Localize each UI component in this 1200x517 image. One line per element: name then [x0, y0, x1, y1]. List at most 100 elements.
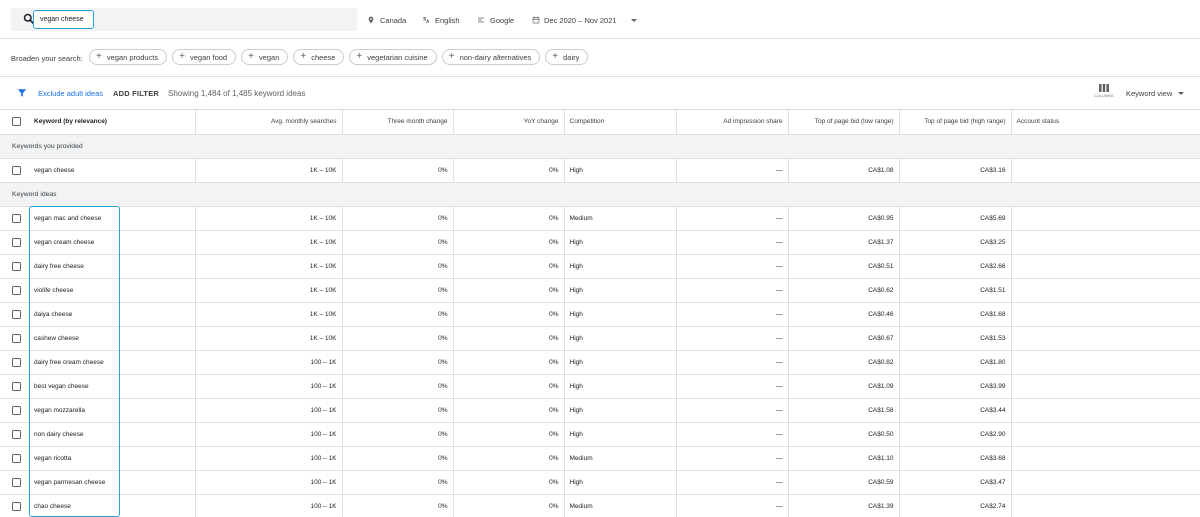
row-checkbox-cell[interactable] [0, 446, 29, 471]
column-header-bid-low[interactable]: Top of page bid (low range) [788, 110, 900, 135]
broaden-chip[interactable]: + vegan [241, 49, 289, 65]
broaden-chip[interactable]: + non-dairy alternatives [441, 49, 541, 65]
bid-low-cell: CA$0.51 [788, 254, 900, 279]
row-checkbox-cell[interactable] [0, 326, 29, 351]
table-row[interactable]: vegan cheese 1K – 10K 0% 0% High — CA$1.… [0, 158, 1200, 183]
table-row[interactable]: daiya cheese 1K – 10K 0% 0% High — CA$0.46 CA$1… [0, 302, 1200, 327]
filter-funnel-icon[interactable] [17, 88, 27, 98]
table-row[interactable]: best vegan cheese 100 – 1K 0% 0% High — CA$1.0… [0, 374, 1200, 399]
three-month-change-cell: 0% [342, 326, 454, 351]
calendar-icon [532, 16, 540, 24]
bid-low-cell: CA$1.08 [788, 158, 900, 183]
broaden-chip[interactable]: + cheese [293, 49, 345, 65]
bid-high-cell: CA$3.44 [899, 398, 1012, 423]
add-filter-button[interactable]: ADD FILTER [113, 89, 159, 98]
broaden-chip[interactable]: + vegan food [172, 49, 237, 65]
row-checkbox-cell[interactable] [0, 470, 29, 495]
column-header-yoy-change[interactable]: YoY change [453, 110, 565, 135]
column-header-account-status[interactable]: Account status [1011, 110, 1200, 135]
account-status-cell [1011, 422, 1200, 447]
row-checkbox[interactable] [12, 333, 21, 343]
avg-searches-cell: 1K – 10K [195, 278, 343, 303]
row-checkbox-cell[interactable] [0, 422, 29, 447]
three-month-change-cell: 0% [342, 254, 454, 279]
table-row[interactable]: cashew cheese 1K – 10K 0% 0% High — CA$0.67 CA$… [0, 326, 1200, 351]
avg-searches-cell: 100 – 1K [195, 470, 343, 495]
columns-button[interactable]: COLUMNS [1091, 84, 1117, 106]
column-header-three-month-change[interactable]: Three month change [342, 110, 454, 135]
column-header-competition[interactable]: Competition [564, 110, 677, 135]
keyword-cell: best vegan cheese [29, 374, 196, 399]
row-checkbox-cell[interactable] [0, 206, 29, 231]
yoy-change-cell: 0% [453, 422, 565, 447]
date-range-dropdown[interactable]: Dec 2020 – Nov 2021 [532, 14, 637, 26]
competition-cell: High [564, 398, 677, 423]
row-checkbox[interactable] [12, 309, 21, 319]
table-row[interactable]: vegan mozzarella 100 – 1K 0% 0% High — CA$1.58… [0, 398, 1200, 423]
row-checkbox-cell[interactable] [0, 374, 29, 399]
row-checkbox[interactable] [12, 381, 21, 391]
row-checkbox[interactable] [12, 213, 21, 223]
column-header-keyword[interactable]: Keyword (by relevance) [29, 110, 196, 135]
row-checkbox[interactable] [12, 405, 21, 415]
row-checkbox-cell[interactable] [0, 254, 29, 279]
plus-icon: + [448, 51, 455, 62]
row-checkbox[interactable] [12, 261, 21, 271]
row-checkbox[interactable] [12, 357, 21, 367]
table-row[interactable]: dairy free cream cheese 100 – 1K 0% 0% High —… [0, 350, 1200, 375]
table-row[interactable]: vegan ricotta 100 – 1K 0% 0% Medium — CA$1.10 C… [0, 446, 1200, 471]
bid-low-cell: CA$0.50 [788, 422, 900, 447]
row-checkbox-cell[interactable] [0, 302, 29, 327]
table-row[interactable]: vegan parmesan cheese 100 – 1K 0% 0% High — CA… [0, 470, 1200, 495]
keyword-view-dropdown[interactable]: Keyword view [1126, 89, 1185, 98]
search-input[interactable] [33, 10, 94, 29]
three-month-change-cell: 0% [342, 230, 454, 255]
row-checkbox-cell[interactable] [0, 230, 29, 255]
broaden-chip[interactable]: + dairy [545, 49, 589, 65]
table-row[interactable]: vegan mac and cheese 1K – 10K 0% 0% Medium — C… [0, 206, 1200, 231]
ad-impression-share-cell: — [676, 470, 789, 495]
search-box[interactable] [11, 8, 357, 31]
yoy-change-cell: 0% [453, 494, 565, 517]
three-month-change-cell: 0% [342, 158, 454, 183]
language-filter[interactable]: English [422, 14, 460, 26]
broaden-chip[interactable]: + vegan products [89, 49, 168, 65]
table-body: Keywords you provided vegan cheese 1K – … [0, 134, 1200, 517]
row-checkbox-cell[interactable] [0, 158, 29, 183]
select-all-checkbox-cell[interactable] [0, 110, 29, 135]
account-status-cell [1011, 230, 1200, 255]
plus-icon: + [300, 51, 307, 62]
avg-searches-cell: 100 – 1K [195, 350, 343, 375]
row-checkbox[interactable] [12, 285, 21, 295]
bid-high-cell: CA$3.16 [899, 158, 1012, 183]
table-row[interactable]: non dairy cheese 100 – 1K 0% 0% High — CA$0.50… [0, 422, 1200, 447]
bid-high-cell: CA$1.80 [899, 350, 1012, 375]
row-checkbox-cell[interactable] [0, 494, 29, 517]
keyword-cell: dairy free cream cheese [29, 350, 196, 375]
column-header-avg-monthly-searches[interactable]: Avg. monthly searches [195, 110, 343, 135]
row-checkbox-cell[interactable] [0, 350, 29, 375]
column-header-ad-impression-share[interactable]: Ad impression share [676, 110, 789, 135]
exclude-adult-ideas-link[interactable]: Exclude adult ideas [38, 89, 103, 98]
column-header-bid-high[interactable]: Top of page bid (high range) [899, 110, 1012, 135]
table-row[interactable]: vegan cream cheese 1K – 10K 0% 0% High — CA$1.… [0, 230, 1200, 255]
row-checkbox[interactable] [12, 477, 21, 487]
row-checkbox[interactable] [12, 501, 21, 511]
bid-low-cell: CA$1.58 [788, 398, 900, 423]
row-checkbox[interactable] [12, 429, 21, 439]
yoy-change-cell: 0% [453, 158, 565, 183]
row-checkbox[interactable] [12, 165, 21, 175]
select-all-checkbox[interactable] [12, 117, 21, 127]
location-filter[interactable]: Canada [367, 14, 406, 26]
row-checkbox-cell[interactable] [0, 278, 29, 303]
row-checkbox[interactable] [12, 453, 21, 463]
network-filter[interactable]: Google [477, 14, 514, 26]
row-checkbox[interactable] [12, 237, 21, 247]
table-row[interactable]: chao cheese 100 – 1K 0% 0% Medium — CA$1.39 CA$… [0, 494, 1200, 517]
table-row[interactable]: violife cheese 1K – 10K 0% 0% High — CA$0.62 CA… [0, 278, 1200, 303]
broaden-chip[interactable]: + vegetarian cuisine [349, 49, 437, 65]
bid-high-cell: CA$2.74 [899, 494, 1012, 517]
table-row[interactable]: dairy free cheese 1K – 10K 0% 0% High — CA$0.5… [0, 254, 1200, 279]
row-checkbox-cell[interactable] [0, 398, 29, 423]
bid-high-cell: CA$1.51 [899, 278, 1012, 303]
